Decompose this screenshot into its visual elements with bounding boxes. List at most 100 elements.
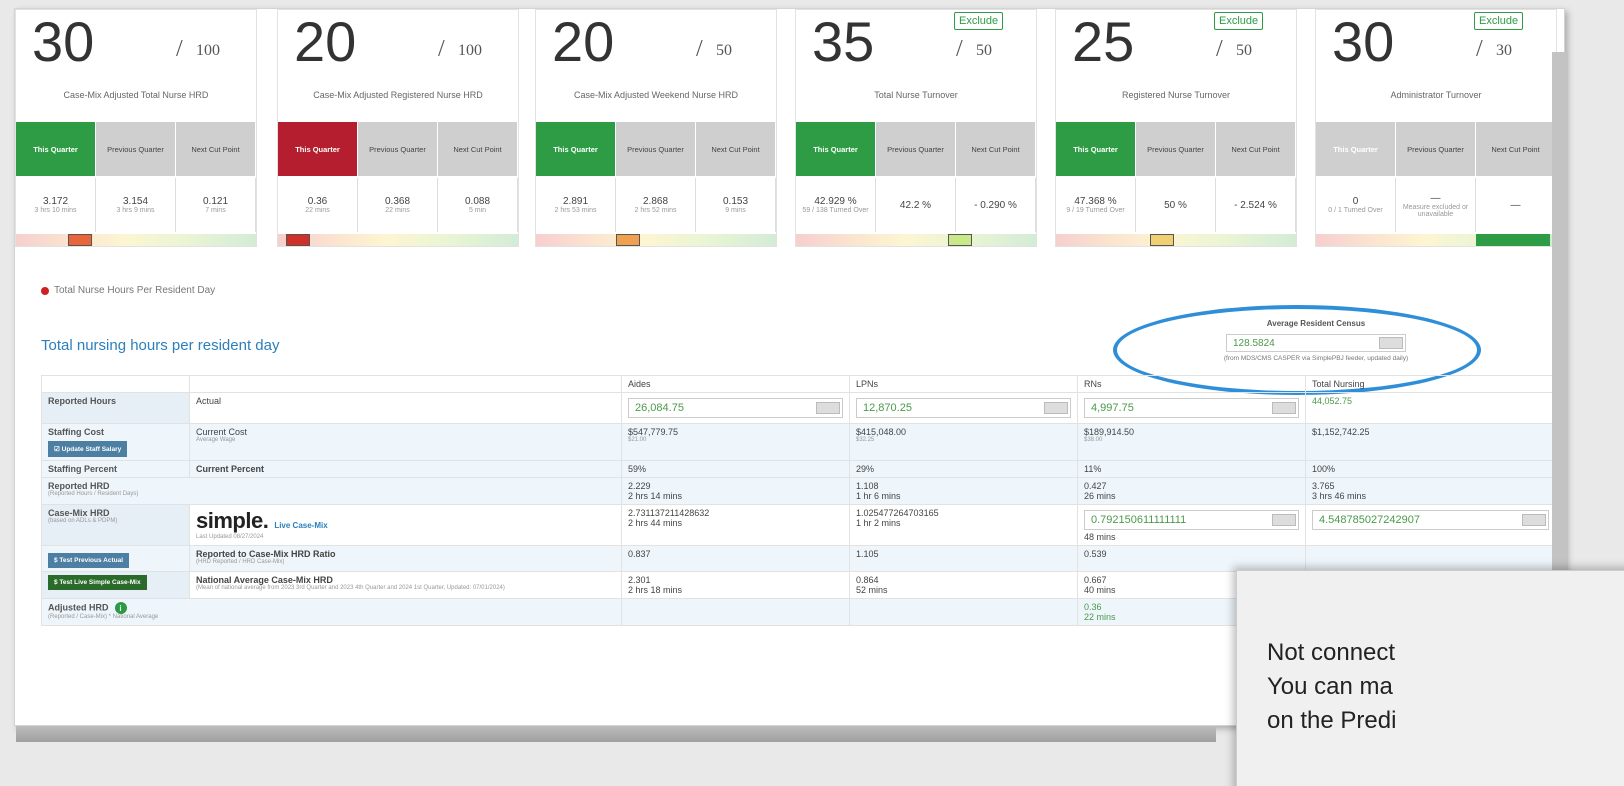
- card-values-row: 2.891 2 hrs 53 mins 2.868 2 hrs 52 mins 0.…: [536, 178, 776, 232]
- score-max: 100: [196, 42, 220, 59]
- score-max: 50: [976, 42, 992, 59]
- popup-line-1: Not connect: [1267, 639, 1396, 666]
- connection-popup: Not connect You can ma on the Predi: [1236, 570, 1624, 786]
- card-title: Case-Mix Adjusted Weekend Nurse HRD: [574, 90, 738, 100]
- rns-casemix-input[interactable]: 0.792150611111111: [1084, 510, 1299, 530]
- spinner-icon[interactable]: [816, 402, 840, 414]
- table-header-row: Aides LPNs RNs Total Nursing: [41, 375, 1556, 393]
- this-quarter-label: This Quarter: [278, 122, 358, 176]
- table-row: Reported HRD (Reported Hours / Resident D…: [41, 477, 1556, 505]
- card-title: Total Nurse Turnover: [874, 90, 958, 100]
- test-live-casemix-button[interactable]: $ Test Live Simple Case-Mix: [48, 575, 147, 590]
- next-cut-point-label: Next Cut Point: [1476, 122, 1556, 176]
- exclude-button[interactable]: Exclude: [954, 12, 1004, 30]
- next-cut-point-label: Next Cut Point: [696, 122, 776, 176]
- score-marker: [68, 234, 92, 246]
- previous-quarter-value: 0.368 22 mins: [358, 178, 438, 232]
- rns-hours-input[interactable]: 4,997.75: [1084, 398, 1299, 418]
- score-value: 20: [552, 10, 615, 73]
- aides-hours-input[interactable]: 26,084.75: [628, 398, 843, 418]
- next-cut-point-value: —: [1476, 178, 1556, 232]
- lpns-hours-input[interactable]: 12,870.25: [856, 398, 1071, 418]
- next-cut-point-label: Next Cut Point: [176, 122, 256, 176]
- this-quarter-label: This Quarter: [1056, 122, 1136, 176]
- score-value: 20: [294, 10, 357, 73]
- score-slash: /: [176, 36, 183, 62]
- score-value: 25: [1072, 10, 1135, 73]
- score-marker: [1150, 234, 1174, 246]
- row-sub: Actual: [189, 392, 622, 424]
- col-lpns: LPNs: [849, 375, 1078, 393]
- table-row: Case-Mix HRD (based on ADLs & PDPM) simpl…: [41, 504, 1556, 546]
- score-max: 30: [1496, 42, 1512, 59]
- spinner-icon[interactable]: [1272, 402, 1296, 414]
- metric-card: 35 / 50 Exclude Total Nurse Turnover Thi…: [795, 9, 1037, 247]
- score-marker: [616, 234, 640, 246]
- score-max: 50: [1236, 42, 1252, 59]
- table-row: Staffing Cost☑ Update Staff Salary Curre…: [41, 423, 1556, 461]
- update-salary-button[interactable]: ☑ Update Staff Salary: [48, 441, 128, 457]
- popup-line-3: on the Predi: [1267, 707, 1397, 734]
- exclude-button[interactable]: Exclude: [1474, 12, 1524, 30]
- table-row: $ Test Previous Actual Reported to Case-…: [41, 545, 1556, 572]
- card-values-row: 47.368 % 9 / 19 Turned Over 50 % - 2.524 …: [1056, 178, 1296, 232]
- this-quarter-label: This Quarter: [1316, 122, 1396, 176]
- section-label: Total Nurse Hours Per Resident Day: [54, 285, 216, 296]
- next-cut-point-value: - 0.290 %: [956, 178, 1036, 232]
- this-quarter-value: 2.891 2 hrs 53 mins: [536, 178, 616, 232]
- this-quarter-label: This Quarter: [796, 122, 876, 176]
- horizontal-scrollbar[interactable]: [16, 726, 1216, 742]
- previous-quarter-label: Previous Quarter: [96, 122, 176, 176]
- score-marker: [1476, 234, 1550, 246]
- next-cut-point-label: Next Cut Point: [1216, 122, 1296, 176]
- previous-quarter-value: — Measure excluded or unavailable: [1396, 178, 1476, 232]
- test-previous-actual-button[interactable]: $ Test Previous Actual: [48, 553, 129, 568]
- next-cut-point-value: 0.121 7 mins: [176, 178, 256, 232]
- total-hours: 44,052.75: [1305, 392, 1556, 424]
- previous-quarter-value: 50 %: [1136, 178, 1216, 232]
- score-band: [536, 234, 776, 246]
- this-quarter-label: This Quarter: [16, 122, 96, 176]
- page-title: Total nursing hours per resident day: [41, 337, 280, 354]
- card-values-row: 00 / 1 Turned Over — Measure excluded or …: [1316, 178, 1556, 232]
- popup-line-2: You can ma: [1267, 673, 1393, 700]
- next-cut-point-value: - 2.524 %: [1216, 178, 1296, 232]
- next-cut-point-label: Next Cut Point: [956, 122, 1036, 176]
- this-quarter-value: 0.36 22 mins: [278, 178, 358, 232]
- metric-card: 25 / 50 Exclude Registered Nurse Turnove…: [1055, 9, 1297, 247]
- score-value: 30: [1332, 10, 1395, 73]
- score-max: 100: [458, 42, 482, 59]
- section-toggle[interactable]: Total Nurse Hours Per Resident Day: [41, 285, 215, 296]
- total-casemix-input[interactable]: 4.548785027242907: [1312, 510, 1549, 530]
- spinner-icon[interactable]: [1044, 402, 1068, 414]
- spinner-icon[interactable]: [1272, 514, 1296, 526]
- next-cut-point-label: Next Cut Point: [438, 122, 518, 176]
- score-max: 50: [716, 42, 732, 59]
- spinner-icon[interactable]: [1522, 514, 1546, 526]
- score-band: [1056, 234, 1296, 246]
- card-title: Case-Mix Adjusted Total Nurse HRD: [63, 90, 209, 100]
- score-band: [796, 234, 1036, 246]
- exclude-button[interactable]: Exclude: [1214, 12, 1264, 30]
- score-band: [1316, 234, 1556, 246]
- score-slash: /: [1216, 36, 1223, 62]
- score-value: 30: [32, 10, 95, 73]
- card-header-row: This Quarter Previous Quarter Next Cut P…: [536, 122, 776, 176]
- previous-quarter-label: Previous Quarter: [358, 122, 438, 176]
- previous-quarter-value: 42.2 %: [876, 178, 956, 232]
- score-value: 35: [812, 10, 875, 73]
- previous-quarter-value: 3.154 3 hrs 9 mins: [96, 178, 176, 232]
- score-marker: [286, 234, 310, 246]
- info-icon[interactable]: i: [114, 602, 127, 614]
- previous-quarter-label: Previous Quarter: [616, 122, 696, 176]
- previous-quarter-label: Previous Quarter: [1396, 122, 1476, 176]
- collapse-icon[interactable]: [41, 286, 49, 295]
- row-label: Staffing Cost: [48, 427, 104, 437]
- next-cut-point-value: 0.153 9 mins: [696, 178, 776, 232]
- previous-quarter-value: 2.868 2 hrs 52 mins: [616, 178, 696, 232]
- score-slash: /: [1476, 36, 1483, 62]
- metric-card: 30 / 30 Exclude Administrator Turnover T…: [1315, 9, 1557, 247]
- card-values-row: 42.929 % 59 / 138 Turned Over 42.2 % - 0.…: [796, 178, 1036, 232]
- score-slash: /: [438, 36, 445, 62]
- next-cut-point-value: 0.088 5 min: [438, 178, 518, 232]
